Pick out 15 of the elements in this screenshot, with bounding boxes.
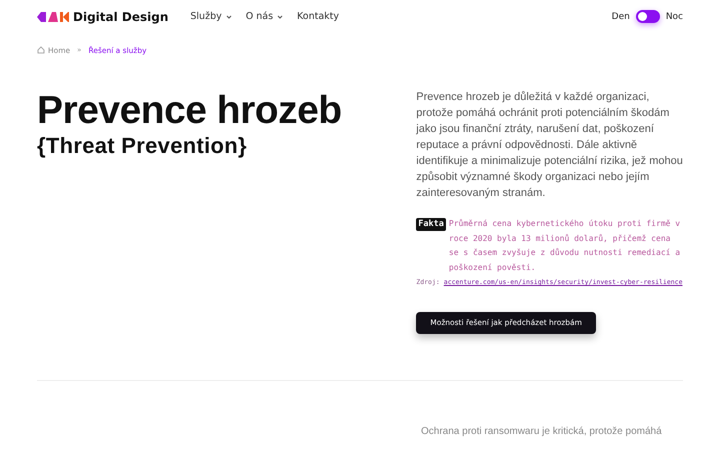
theme-toggle[interactable] (636, 10, 660, 23)
nav-link[interactable]: O nás (246, 11, 284, 22)
home-icon (37, 46, 45, 54)
fact-text: Průměrná cena kybernetického útoku proti firmě v roce 2020 byla 13 milionů dolarů, přičemž cena se s časem zvyšuje z důvodu nutnosti remediací a poškození pověsti. (448, 218, 682, 274)
day-label: Den (612, 12, 630, 22)
page-subtitle: {Threat Prevention} (37, 133, 248, 159)
description-paragraph: Prevence hrozeb je důležitá v každé organizaci, protože pomáhá ochránit proti potenciálním škodám jako jsou finanční ztráty, narušení dat, poškození reputace a právní odpovědnosti. Dále aktivně identifikuje a minimalizuje potenciální rizika, jež mohou způsobit významné škody organizaci nebo jejím zainteresovaným stranám. (416, 90, 683, 201)
fact-badge: Fakta (416, 218, 446, 231)
page-title: Prevence hrozeb (37, 89, 343, 133)
nav-link[interactable]: Kontakty (297, 11, 340, 22)
nav-link[interactable]: Služby (190, 11, 232, 22)
brand-name: Digital Design (73, 10, 168, 24)
section-description: Ochrana proti ransomwaru je kritická, protože pomáhá (421, 426, 663, 436)
logo-icon (37, 11, 69, 22)
night-label: Noc (666, 12, 683, 22)
